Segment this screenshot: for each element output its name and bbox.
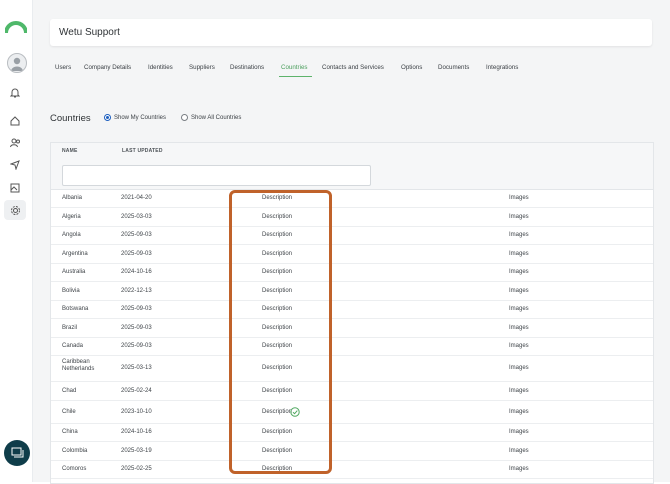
images-link[interactable]: Images — [509, 365, 529, 371]
avatar[interactable] — [7, 53, 27, 73]
column-header-last-updated[interactable]: LAST UPDATED — [122, 148, 163, 154]
country-name[interactable]: Brazil — [62, 325, 110, 332]
last-updated-date: 2025-02-24 — [121, 388, 152, 394]
image-icon[interactable] — [8, 181, 22, 195]
images-link[interactable]: Images — [509, 306, 529, 312]
table-row[interactable]: Argentina 2025-09-03 Description Images — [51, 245, 653, 264]
table-row[interactable]: Angola 2025-09-03 Description Images — [51, 227, 653, 245]
description-column-highlight — [229, 190, 332, 474]
chat-button[interactable] — [4, 440, 30, 466]
chat-icon — [11, 447, 23, 458]
table-row[interactable]: Chile 2023-10-10 Description Images — [51, 401, 653, 424]
tab-contacts-and-services[interactable]: Contacts and Services — [322, 64, 384, 71]
last-updated-date: 2025-03-13 — [121, 365, 152, 371]
tab-destinations[interactable]: Destinations — [230, 64, 264, 71]
last-updated-date: 2023-10-10 — [121, 409, 152, 415]
last-updated-date: 2022-12-13 — [121, 288, 152, 294]
wetu-logo — [5, 21, 27, 34]
radio-label: Show All Countries — [191, 114, 242, 121]
users-icon[interactable] — [8, 136, 22, 150]
radio-selected-icon[interactable] — [104, 114, 111, 121]
country-name[interactable]: Chad — [62, 388, 110, 395]
images-link[interactable]: Images — [509, 269, 529, 275]
last-updated-date: 2025-09-03 — [121, 306, 152, 312]
table-header: NAME LAST UPDATED — [51, 143, 653, 190]
gear-icon[interactable] — [4, 200, 26, 220]
table-row[interactable]: China 2024-10-16 Description Images — [51, 424, 653, 442]
radio-show-all-countries[interactable]: Show All Countries — [181, 114, 241, 121]
company-header: Wetu Support — [50, 19, 652, 46]
home-icon[interactable] — [8, 114, 22, 128]
images-link[interactable]: Images — [509, 232, 529, 238]
country-name[interactable]: Caribbean Netherlands — [62, 359, 106, 373]
last-updated-date: 2025-03-19 — [121, 448, 152, 454]
last-updated-date: 2024-10-16 — [121, 269, 152, 275]
tab-countries[interactable]: Countries — [281, 64, 307, 71]
country-name[interactable]: Angola — [62, 232, 110, 239]
last-updated-date: 2025-03-03 — [121, 214, 152, 220]
sidebar — [0, 0, 33, 482]
section-title: Countries — [50, 113, 91, 124]
images-link[interactable]: Images — [509, 466, 529, 472]
table-row[interactable]: Colombia 2025-03-19 Description Images — [51, 442, 653, 461]
images-link[interactable]: Images — [509, 325, 529, 331]
country-name[interactable]: Comoros — [62, 466, 110, 473]
page-title: Wetu Support — [59, 27, 120, 38]
tab-users[interactable]: Users — [55, 64, 71, 71]
table-row[interactable]: Botswana 2025-09-03 Description Images — [51, 301, 653, 319]
last-updated-date: 2025-09-03 — [121, 325, 152, 331]
tab-identities[interactable]: Identities — [148, 64, 173, 71]
last-updated-date: 2021-04-20 — [121, 195, 152, 201]
images-link[interactable]: Images — [509, 409, 529, 415]
column-header-name[interactable]: NAME — [62, 148, 78, 154]
tab-company-details[interactable]: Company Details — [84, 64, 131, 71]
country-name[interactable]: Colombia — [62, 448, 110, 455]
images-link[interactable]: Images — [509, 288, 529, 294]
country-name[interactable]: Canada — [62, 343, 110, 350]
country-name[interactable]: Argentina — [62, 251, 110, 258]
country-name[interactable]: Chile — [62, 409, 110, 416]
radio-show-my-countries[interactable]: Show My Countries — [104, 114, 166, 121]
tab-documents[interactable]: Documents — [438, 64, 469, 71]
send-icon[interactable] — [8, 158, 22, 172]
images-link[interactable]: Images — [509, 448, 529, 454]
tab-suppliers[interactable]: Suppliers — [189, 64, 215, 71]
last-updated-date: 2025-09-03 — [121, 251, 152, 257]
images-link[interactable]: Images — [509, 343, 529, 349]
tab-integrations[interactable]: Integrations — [486, 64, 518, 71]
images-link[interactable]: Images — [509, 388, 529, 394]
table-row[interactable]: Albania 2021-04-20 Description Images — [51, 190, 653, 208]
table-row[interactable]: Canada 2025-09-03 Description Images — [51, 338, 653, 356]
table-row[interactable]: Algeria 2025-03-03 Description Images — [51, 208, 653, 227]
country-name[interactable]: Bolivia — [62, 288, 110, 295]
table-row[interactable]: Brazil 2025-09-03 Description Images — [51, 319, 653, 338]
country-name[interactable]: Botswana — [62, 306, 110, 313]
last-updated-date: 2025-02-25 — [121, 466, 152, 472]
country-name[interactable]: Algeria — [62, 214, 110, 221]
table-row[interactable]: Caribbean Netherlands 2025-03-13 Descripti… — [51, 356, 653, 382]
last-updated-date: 2024-10-16 — [121, 429, 152, 435]
countries-table: NAME LAST UPDATED Albania 2021-04-20 Descr… — [50, 142, 654, 484]
name-filter-input[interactable] — [62, 165, 371, 186]
tab-options[interactable]: Options — [401, 64, 422, 71]
table-row[interactable]: Chad 2025-02-24 Description Images — [51, 382, 653, 401]
country-name[interactable]: Australia — [62, 269, 110, 276]
images-link[interactable]: Images — [509, 429, 529, 435]
radio-label: Show My Countries — [114, 114, 167, 121]
country-name[interactable]: China — [62, 429, 110, 436]
last-updated-date: 2025-09-03 — [121, 343, 152, 349]
radio-unselected-icon[interactable] — [181, 114, 188, 121]
table-row[interactable]: Comoros 2025-02-25 Description Images — [51, 461, 653, 479]
images-link[interactable]: Images — [509, 251, 529, 257]
table-row[interactable]: Bolivia 2022-12-13 Description Images — [51, 282, 653, 301]
table-row[interactable]: Australia 2024-10-16 Description Images — [51, 264, 653, 282]
country-name[interactable]: Albania — [62, 195, 110, 202]
bell-icon[interactable] — [8, 85, 22, 99]
images-link[interactable]: Images — [509, 214, 529, 220]
last-updated-date: 2025-09-03 — [121, 232, 152, 238]
images-link[interactable]: Images — [509, 195, 529, 201]
active-tab-indicator — [279, 76, 312, 77]
